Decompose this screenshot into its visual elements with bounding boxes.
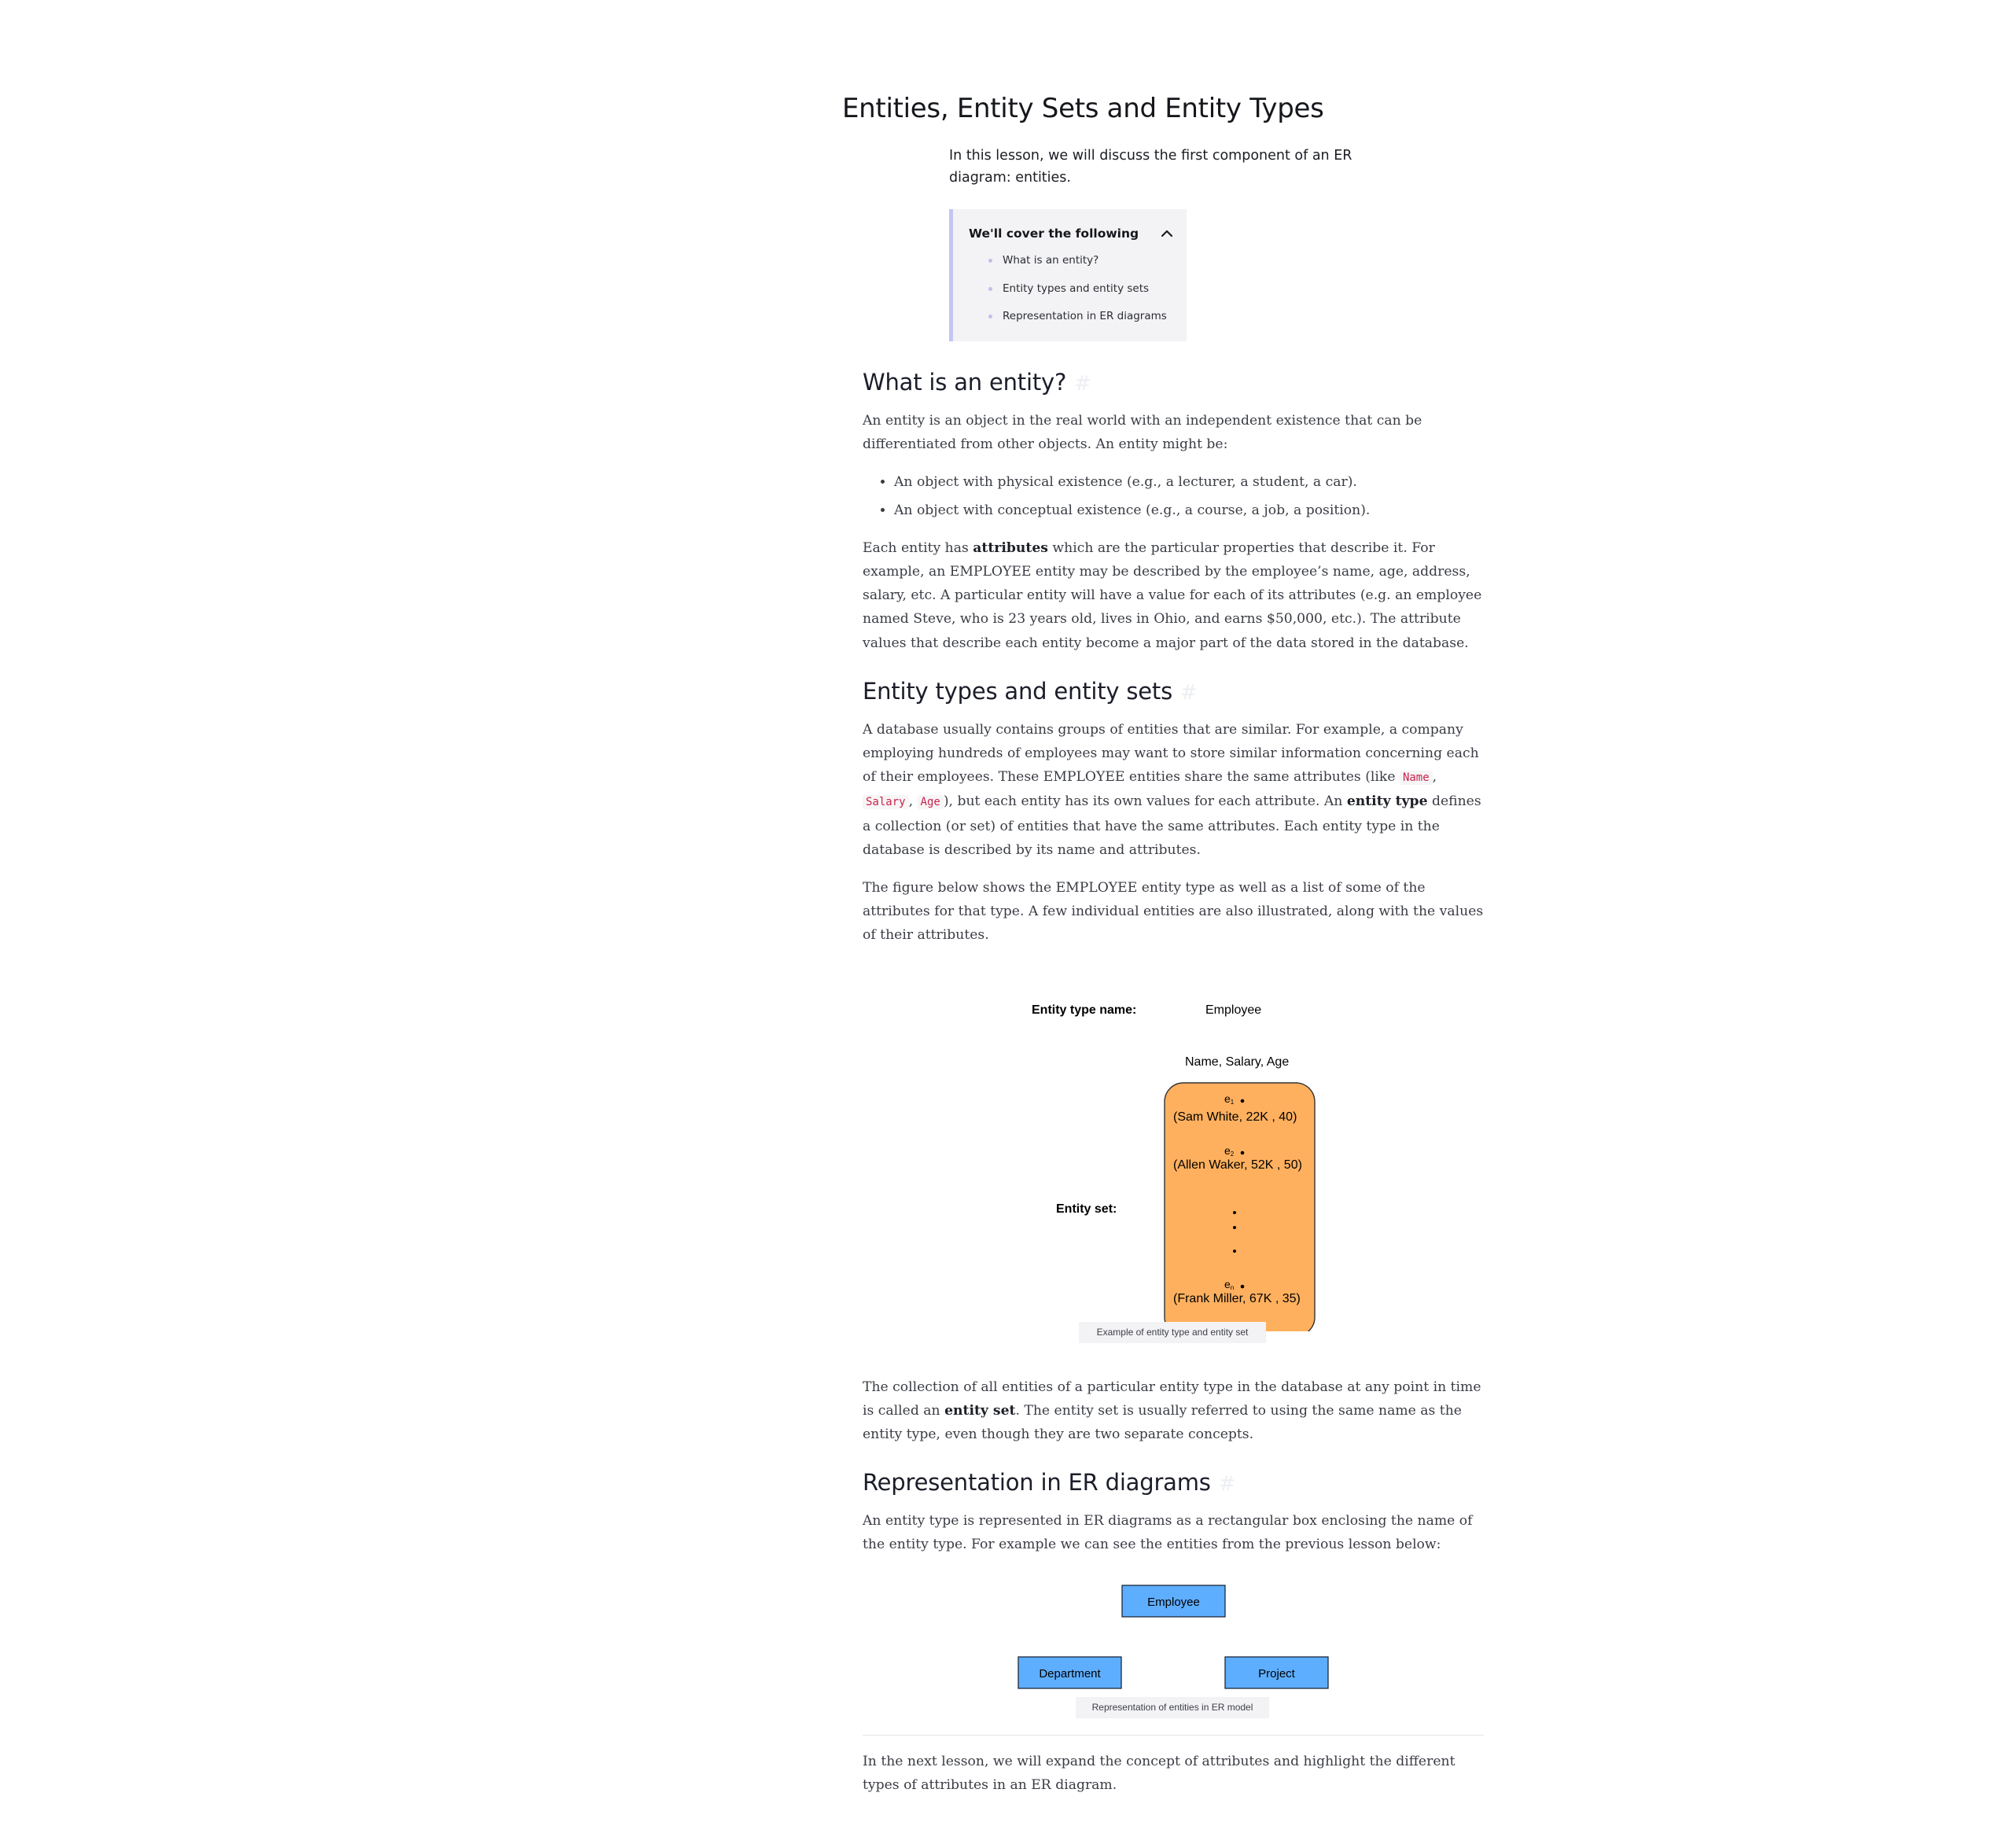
entity-label-department: Department bbox=[1039, 1667, 1101, 1681]
paragraph: Each entity has attributes which are the… bbox=[863, 539, 1482, 651]
er-entities-figure: Employee Department Project Representati… bbox=[863, 1571, 1484, 1735]
entity-type-value: Employee bbox=[1205, 1003, 1261, 1017]
lesson-content: What is an entity? # An entity is an obje… bbox=[863, 360, 1484, 1811]
section-heading-representation: Representation in ER diagrams # bbox=[863, 1469, 1236, 1496]
toc-header[interactable]: We'll cover the following bbox=[969, 223, 1174, 244]
entity-value: (Sam White, 22K , 40) bbox=[1173, 1110, 1297, 1124]
paragraph: An entity type is represented in ER diag… bbox=[863, 1513, 1473, 1553]
paragraph: A database usually contains groups of en… bbox=[863, 721, 1481, 858]
toc-list: What is an entity? Entity types and enti… bbox=[988, 250, 1167, 334]
ellipsis-dot bbox=[1233, 1249, 1236, 1253]
code-name: Name bbox=[1399, 771, 1433, 786]
paragraph-closing: In the next lesson, we will expand the c… bbox=[863, 1753, 1455, 1793]
figure-caption: Representation of entities in ER model bbox=[1076, 1696, 1269, 1718]
paragraph: An entity is an object in the real world… bbox=[863, 413, 1422, 453]
ellipsis-dot bbox=[1233, 1225, 1236, 1229]
toc-title: We'll cover the following bbox=[969, 226, 1139, 241]
entity-value: (Frank Miller, 67K , 35) bbox=[1173, 1292, 1301, 1305]
chevron-up-icon[interactable] bbox=[1160, 226, 1174, 241]
entity-dot bbox=[1240, 1150, 1245, 1154]
entity-value: (Allen Waker, 52K , 50) bbox=[1173, 1158, 1302, 1172]
entity-label-project: Project bbox=[1258, 1667, 1296, 1681]
page-title: Entities, Entity Sets and Entity Types bbox=[842, 93, 1324, 124]
anchor-link[interactable]: # bbox=[1180, 681, 1198, 705]
attribute-list: Name, Salary, Age bbox=[1185, 1055, 1289, 1069]
list-item: An object with conceptual existence (e.g… bbox=[894, 499, 1484, 522]
figure-caption: Example of entity type and entity set bbox=[1079, 1321, 1266, 1343]
paragraph: The collection of all entities of a part… bbox=[863, 1379, 1481, 1443]
er-entities-diagram: Employee Department Project bbox=[1018, 1585, 1329, 1689]
entity-set-figure: Entity type name: Employee Name, Salary,… bbox=[863, 962, 1484, 1363]
entity-dot bbox=[1240, 1284, 1245, 1288]
entity-label-employee: Employee bbox=[1147, 1596, 1200, 1609]
toc-item-entity-types[interactable]: Entity types and entity sets bbox=[988, 278, 1167, 307]
anchor-link[interactable]: # bbox=[1219, 1472, 1236, 1496]
section-heading-what-is-entity: What is an entity? # bbox=[863, 369, 1091, 396]
entity-set-diagram: Entity type name: Employee Name, Salary,… bbox=[1032, 1003, 1316, 1331]
code-salary: Salary bbox=[863, 795, 909, 810]
table-of-contents: We'll cover the following What is an ent… bbox=[949, 209, 1187, 341]
entity-type-label: Entity type name: bbox=[1032, 1003, 1136, 1017]
entity-set-label: Entity set: bbox=[1056, 1202, 1117, 1216]
section-heading-entity-types: Entity types and entity sets # bbox=[863, 677, 1198, 705]
bullet-list: An object with physical existence (e.g.,… bbox=[863, 470, 1484, 521]
list-item: An object with physical existence (e.g.,… bbox=[894, 470, 1484, 494]
intro-text: In this lesson, we will discuss the firs… bbox=[949, 148, 1352, 186]
ellipsis-dot bbox=[1233, 1210, 1236, 1214]
anchor-link[interactable]: # bbox=[1074, 372, 1091, 396]
code-age: Age bbox=[917, 795, 944, 810]
toc-item-representation[interactable]: Representation in ER diagrams bbox=[988, 306, 1167, 334]
divider bbox=[863, 1734, 1484, 1736]
toc-item-what-is-entity[interactable]: What is an entity? bbox=[988, 250, 1167, 278]
entity-dot bbox=[1240, 1099, 1245, 1103]
paragraph: The figure below shows the EMPLOYEE enti… bbox=[863, 880, 1484, 944]
